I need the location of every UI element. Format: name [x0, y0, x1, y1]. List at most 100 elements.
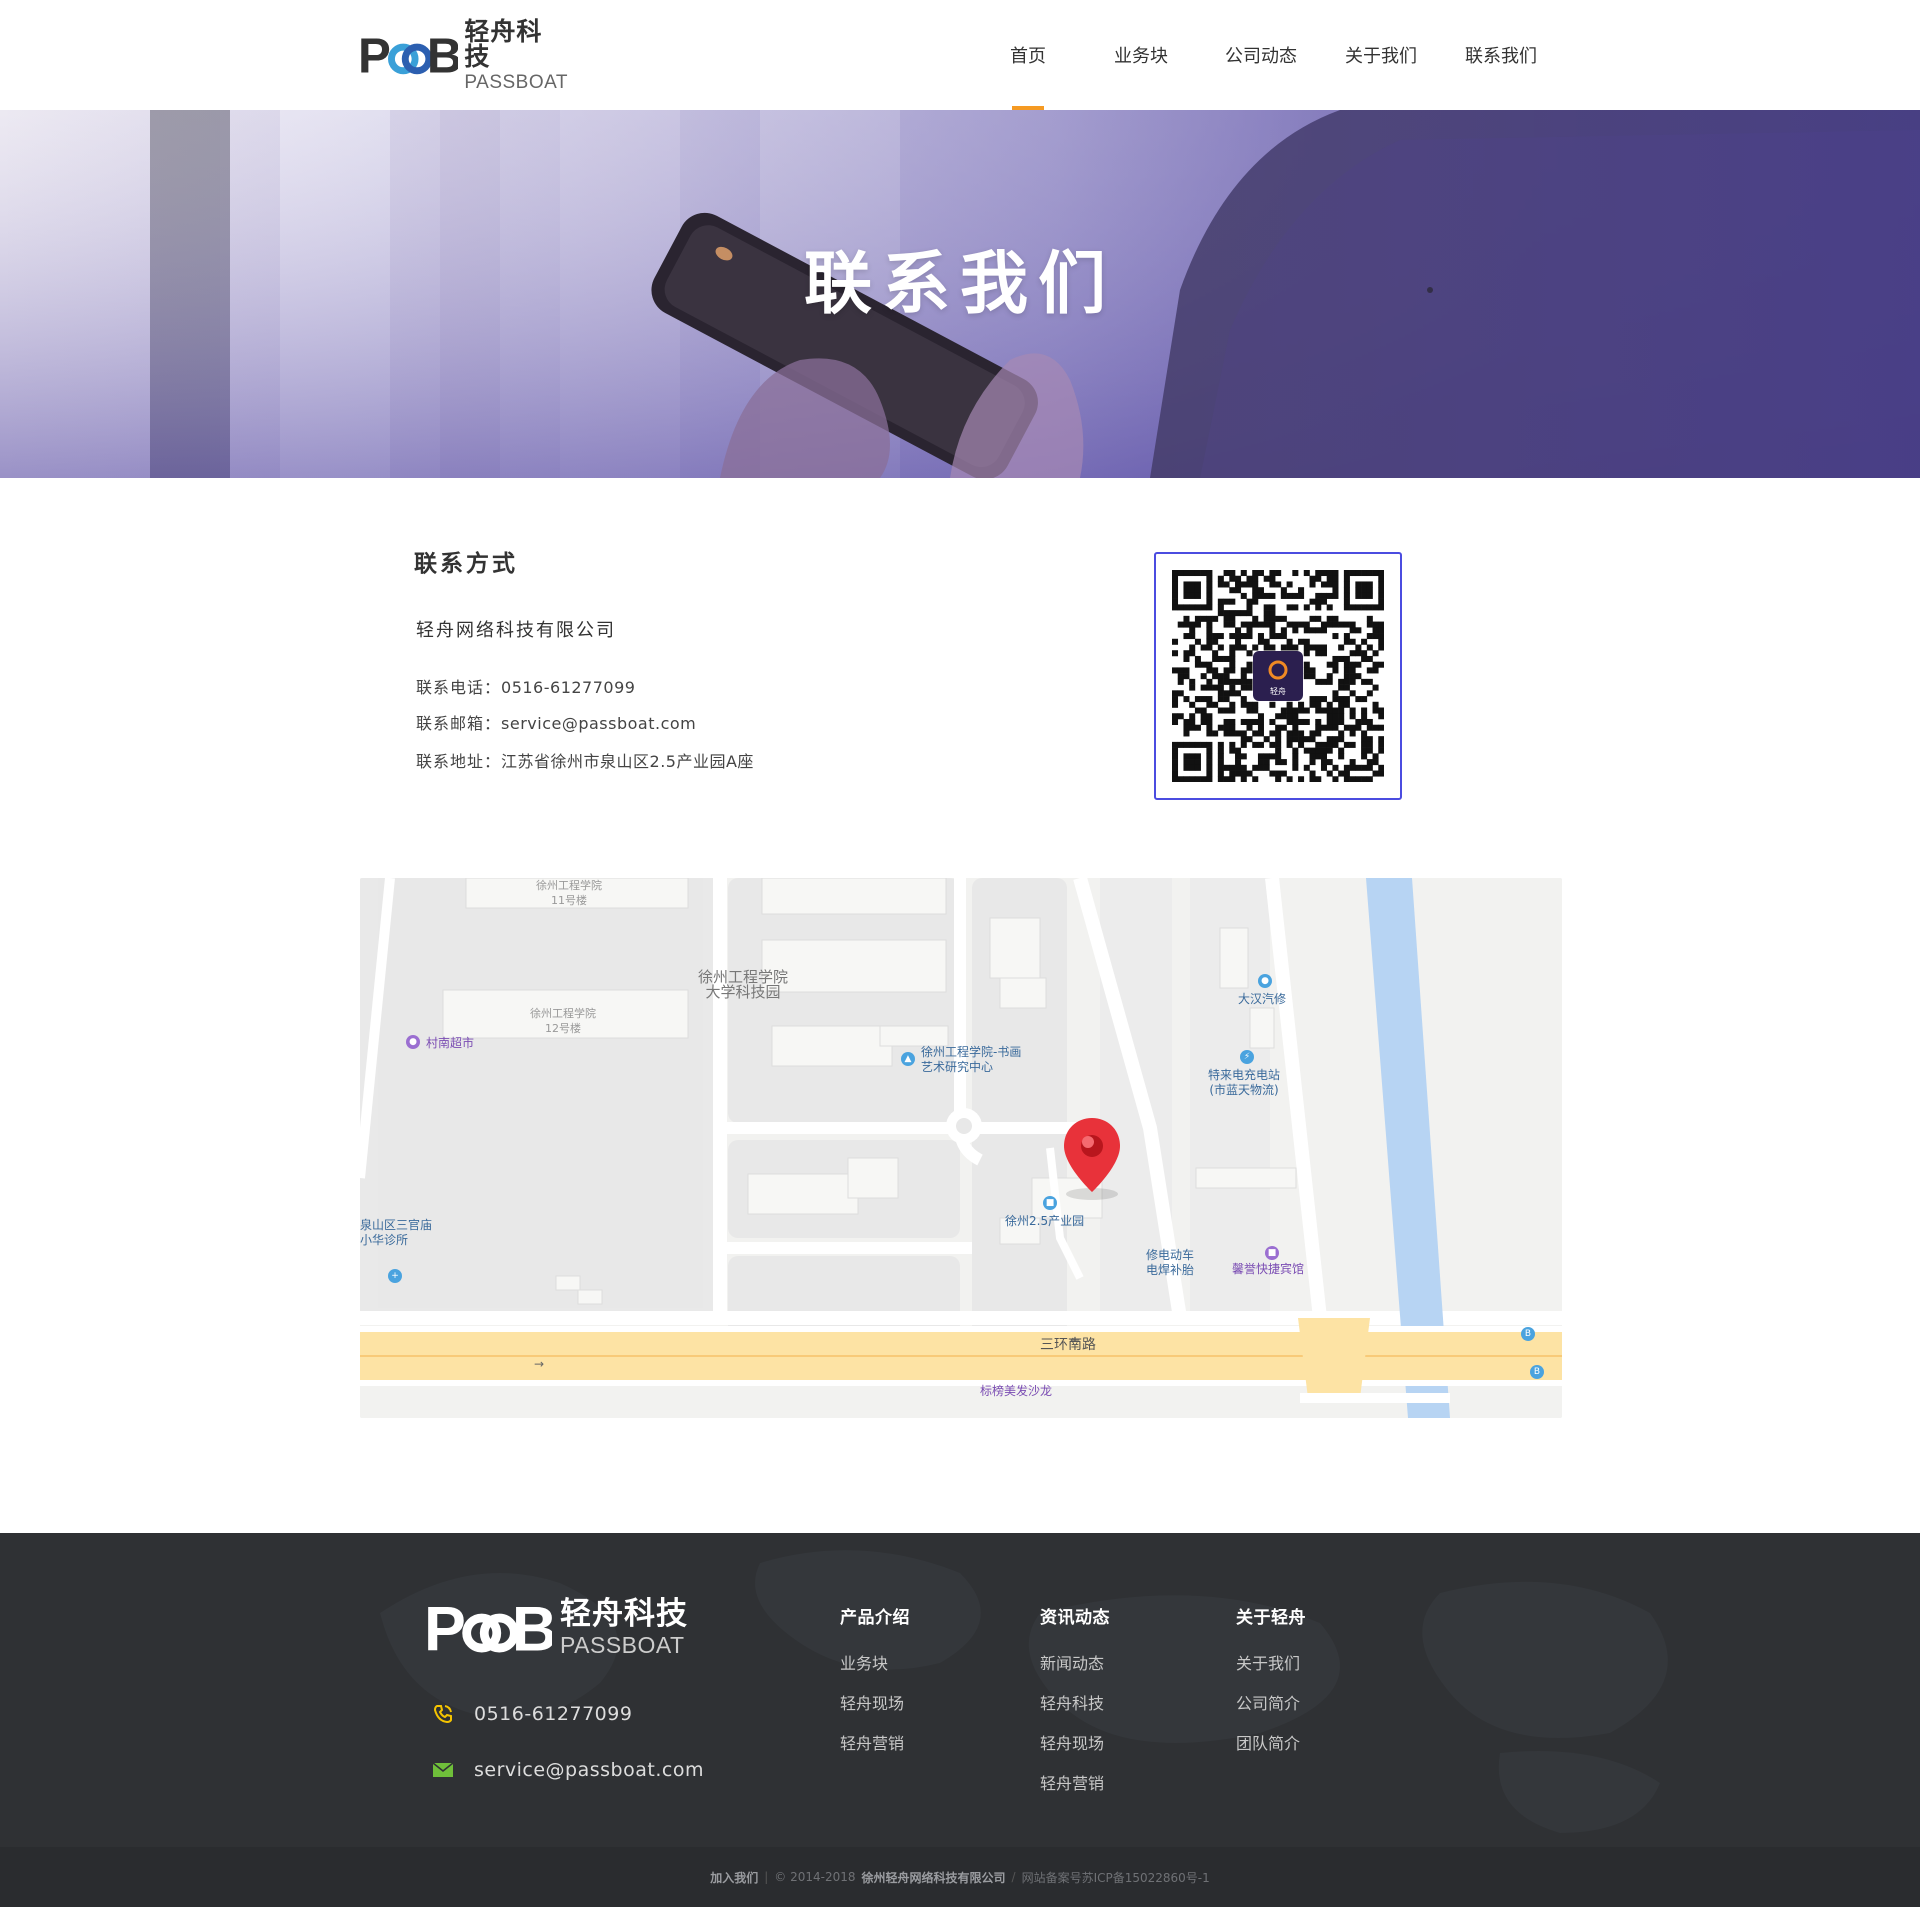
- map-label-bldg11-b: 11号楼: [551, 894, 587, 907]
- map-label-bldg12: 徐州工程学院 12号楼: [530, 1006, 596, 1036]
- contact-address-line: 联系地址：江苏省徐州市泉山区2.5产业园A座: [416, 748, 754, 772]
- copyright-company: 徐州轻舟网络科技有限公司: [861, 1870, 1006, 1885]
- contact-phone-value: 0516-61277099: [501, 678, 636, 697]
- map-label-hotel: 馨誉快捷宾馆: [1232, 1262, 1305, 1276]
- map-label-road: 三环南路: [1040, 1337, 1096, 1353]
- email-icon: [432, 1759, 454, 1781]
- nav-item-home[interactable]: 首页: [980, 0, 1076, 110]
- map-label-clinic-a: 泉山区三官庙: [360, 1218, 433, 1232]
- footer-column-about: 关于轻舟 关于我们 公司简介 团队简介: [1236, 1603, 1306, 1774]
- footer-brand-name-en: PASSBOAT: [560, 1632, 685, 1658]
- footer-link[interactable]: 轻舟现场: [1040, 1734, 1110, 1774]
- main-nav: 首页 业务块 公司动态 关于我们 联系我们: [980, 0, 1556, 110]
- map-base: → ←: [360, 878, 1562, 1418]
- footer-column-title: 产品介绍: [840, 1608, 910, 1628]
- wechat-qr-code: 轻舟: [1154, 552, 1402, 800]
- contact-address-value: 江苏省徐州市泉山区2.5产业园A座: [501, 752, 754, 771]
- site-header: P B 轻舟科技 PASSBOAT 首页 业务块 公司动态 关于我们 联系我们: [0, 0, 1920, 110]
- clinic-icon: +: [388, 1269, 402, 1283]
- map-label-charge-a: 特来电充电站: [1208, 1068, 1281, 1082]
- bus-stop-icon-2: B: [1530, 1365, 1544, 1379]
- footer-link[interactable]: 关于我们: [1236, 1654, 1306, 1694]
- map-label-repair: 修电动车 电焊补胎: [1146, 1248, 1194, 1278]
- copyright-bar: 加入我们 | © 2014-2018 徐州轻舟网络科技有限公司 / 网站备案号苏…: [0, 1847, 1920, 1907]
- copyright-years: © 2014-2018: [774, 1870, 856, 1884]
- contact-phone-line: 联系电话：0516-61277099: [416, 674, 635, 698]
- svg-text:B: B: [427, 29, 458, 81]
- footer-email-value[interactable]: service@passboat.com: [474, 1759, 704, 1781]
- map-label-bldg12-a: 徐州工程学院: [530, 1007, 596, 1020]
- qr-center-logo: 轻舟: [1253, 651, 1303, 701]
- contact-phone-label: 联系电话：: [416, 678, 502, 697]
- nav-item-news[interactable]: 公司动态: [1206, 0, 1316, 110]
- svg-text:→: →: [534, 1357, 544, 1371]
- contact-email-line: 联系邮箱：service@passboat.com: [416, 710, 696, 734]
- brand-name-cn: 轻舟科技: [464, 16, 543, 71]
- industrial-park-icon: ■: [1043, 1196, 1057, 1210]
- footer-link[interactable]: 轻舟科技: [1040, 1694, 1110, 1734]
- map-label-repair-a: 修电动车: [1146, 1248, 1195, 1262]
- copyright-divider-2: /: [1011, 1870, 1016, 1884]
- brand-logo[interactable]: P B 轻舟科技 PASSBOAT: [358, 19, 568, 92]
- map-label-market: 村南超市: [426, 1036, 475, 1050]
- contact-section-title: 联系方式: [414, 551, 518, 577]
- icp-record[interactable]: 网站备案号苏ICP备15022860号-1: [1022, 1869, 1210, 1886]
- svg-text:轻舟: 轻舟: [1270, 686, 1286, 696]
- location-map[interactable]: → ← 徐州工程学院 11号楼 徐州工程学院 大学科技园 徐州工程学院 12号楼…: [360, 878, 1562, 1418]
- footer-column-title: 关于轻舟: [1236, 1608, 1306, 1628]
- footer-link[interactable]: 轻舟营销: [1040, 1774, 1110, 1814]
- footer-phone: 0516-61277099: [432, 1703, 632, 1725]
- footer-link[interactable]: 新闻动态: [1040, 1654, 1110, 1694]
- brand-name-en: PASSBOAT: [464, 71, 568, 93]
- hero-banner: 联系我们: [0, 110, 1920, 478]
- pb-logo-mark: P B: [358, 29, 458, 81]
- map-label-charge-b: (市蓝天物流): [1209, 1083, 1279, 1097]
- nav-item-business[interactable]: 业务块: [1076, 0, 1206, 110]
- map-label-art-b: 艺术研究中心: [921, 1060, 994, 1074]
- location-marker-icon[interactable]: [1062, 1116, 1122, 1200]
- map-label-salon: 标榜美发沙龙: [980, 1384, 1053, 1398]
- footer-link[interactable]: 公司简介: [1236, 1694, 1306, 1734]
- footer-column-products: 产品介绍 业务块 轻舟现场 轻舟营销: [840, 1603, 910, 1774]
- footer-pb-logo-mark: P B: [424, 1595, 552, 1661]
- map-label-park-b: 大学科技园: [705, 983, 781, 1001]
- site-footer: P B 轻舟科技 PASSBOAT 0516-61277099 service@…: [0, 1533, 1920, 1847]
- footer-logo[interactable]: P B 轻舟科技 PASSBOAT: [424, 1595, 688, 1661]
- bus-stop-icon: B: [1521, 1327, 1535, 1341]
- map-label-art-a: 徐州工程学院-书画: [921, 1045, 1022, 1059]
- footer-email: service@passboat.com: [432, 1759, 704, 1781]
- footer-column-title: 资讯动态: [1040, 1608, 1110, 1628]
- map-label-bldg11-a: 徐州工程学院: [536, 879, 602, 892]
- copyright-divider: |: [764, 1870, 769, 1884]
- qr-code-image: 轻舟: [1172, 570, 1384, 782]
- phone-icon: [432, 1703, 454, 1725]
- nav-item-contact[interactable]: 联系我们: [1446, 0, 1556, 110]
- svg-text:P: P: [358, 29, 391, 81]
- footer-world-map-bg: [380, 1550, 1668, 1833]
- market-icon: ●: [406, 1035, 420, 1049]
- contact-email-value[interactable]: service@passboat.com: [501, 714, 696, 733]
- footer-link[interactable]: 轻舟营销: [840, 1734, 910, 1774]
- school-icon: ▲: [901, 1052, 915, 1066]
- map-label-repair-b: 电焊补胎: [1146, 1263, 1195, 1277]
- car-repair-icon: ●: [1258, 974, 1272, 988]
- footer-link[interactable]: 轻舟现场: [840, 1694, 910, 1734]
- contact-address-label: 联系地址：: [416, 752, 502, 771]
- map-label-clinic: 泉山区三官庙 小华诊所: [360, 1218, 432, 1248]
- map-label-bldg11: 徐州工程学院 11号楼: [536, 878, 602, 908]
- map-label-bldg12-b: 12号楼: [545, 1022, 581, 1035]
- footer-link[interactable]: 团队简介: [1236, 1734, 1306, 1774]
- map-label-charging: 特来电充电站 (市蓝天物流): [1208, 1068, 1280, 1098]
- map-label-clinic-b: 小华诊所: [360, 1233, 409, 1247]
- svg-text:B: B: [512, 1595, 552, 1661]
- footer-link[interactable]: 业务块: [840, 1654, 910, 1694]
- footer-brand-name-cn: 轻舟科技: [560, 1596, 688, 1632]
- footer-column-news: 资讯动态 新闻动态 轻舟科技 轻舟现场 轻舟营销: [1040, 1603, 1110, 1814]
- nav-item-about[interactable]: 关于我们: [1316, 0, 1446, 110]
- footer-phone-value: 0516-61277099: [474, 1703, 633, 1725]
- contact-email-label: 联系邮箱：: [416, 714, 502, 733]
- map-label-art-center: 徐州工程学院-书画 艺术研究中心: [921, 1045, 1021, 1075]
- join-us-link[interactable]: 加入我们: [710, 1869, 758, 1886]
- banner-title: 联系我们: [803, 245, 1116, 324]
- company-name: 轻舟网络科技有限公司: [416, 620, 616, 641]
